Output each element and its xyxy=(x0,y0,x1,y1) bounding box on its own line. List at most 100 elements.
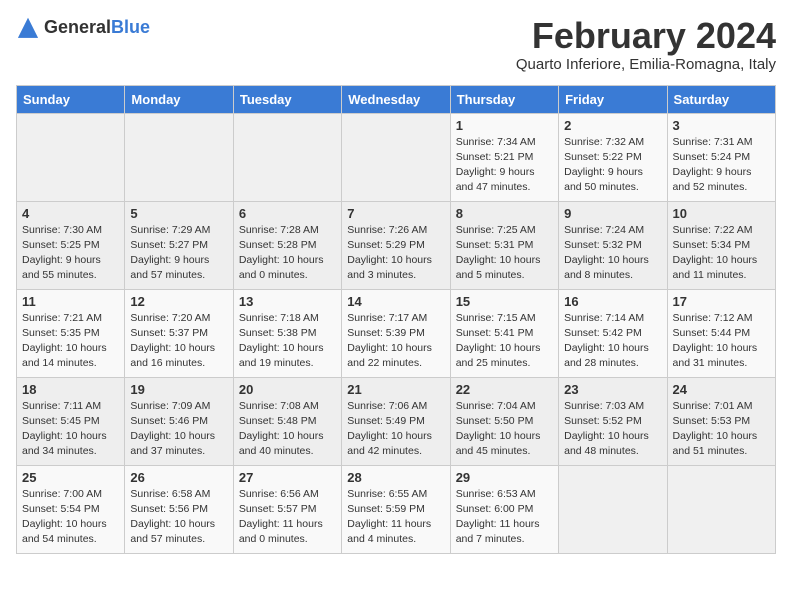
calendar-cell: 3 Sunrise: 7:31 AM Sunset: 5:24 PM Daylig… xyxy=(667,113,775,201)
day-info: Sunrise: 7:34 AM Sunset: 5:21 PM Dayligh… xyxy=(456,135,553,196)
calendar-cell: 22 Sunrise: 7:04 AM Sunset: 5:50 PM Dayli… xyxy=(450,377,558,465)
calendar-cell xyxy=(233,113,341,201)
column-header-tuesday: Tuesday xyxy=(233,85,341,113)
day-number: 5 xyxy=(130,206,227,221)
day-number: 14 xyxy=(347,294,444,309)
calendar-cell: 23 Sunrise: 7:03 AM Sunset: 5:52 PM Dayli… xyxy=(559,377,667,465)
calendar-cell: 29 Sunrise: 6:53 AM Sunset: 6:00 PM Dayli… xyxy=(450,465,558,553)
calendar-cell: 2 Sunrise: 7:32 AM Sunset: 5:22 PM Daylig… xyxy=(559,113,667,201)
day-number: 25 xyxy=(22,470,119,485)
day-number: 29 xyxy=(456,470,553,485)
calendar-table: SundayMondayTuesdayWednesdayThursdayFrid… xyxy=(16,85,776,554)
day-info: Sunrise: 7:28 AM Sunset: 5:28 PM Dayligh… xyxy=(239,223,336,284)
calendar-week-row: 18 Sunrise: 7:11 AM Sunset: 5:45 PM Dayli… xyxy=(17,377,776,465)
day-number: 13 xyxy=(239,294,336,309)
day-number: 11 xyxy=(22,294,119,309)
location-subtitle: Quarto Inferiore, Emilia-Romagna, Italy xyxy=(516,56,776,73)
day-number: 24 xyxy=(673,382,770,397)
day-info: Sunrise: 6:55 AM Sunset: 5:59 PM Dayligh… xyxy=(347,487,444,548)
calendar-cell: 8 Sunrise: 7:25 AM Sunset: 5:31 PM Daylig… xyxy=(450,201,558,289)
day-number: 21 xyxy=(347,382,444,397)
calendar-cell xyxy=(559,465,667,553)
calendar-cell: 5 Sunrise: 7:29 AM Sunset: 5:27 PM Daylig… xyxy=(125,201,233,289)
day-info: Sunrise: 7:18 AM Sunset: 5:38 PM Dayligh… xyxy=(239,311,336,372)
day-info: Sunrise: 7:03 AM Sunset: 5:52 PM Dayligh… xyxy=(564,399,661,460)
day-info: Sunrise: 7:17 AM Sunset: 5:39 PM Dayligh… xyxy=(347,311,444,372)
day-info: Sunrise: 7:31 AM Sunset: 5:24 PM Dayligh… xyxy=(673,135,770,196)
day-info: Sunrise: 6:53 AM Sunset: 6:00 PM Dayligh… xyxy=(456,487,553,548)
day-info: Sunrise: 7:12 AM Sunset: 5:44 PM Dayligh… xyxy=(673,311,770,372)
calendar-cell xyxy=(667,465,775,553)
calendar-cell: 27 Sunrise: 6:56 AM Sunset: 5:57 PM Dayli… xyxy=(233,465,341,553)
calendar-cell: 20Sunrise: 7:08 AM Sunset: 5:48 PM Dayli… xyxy=(233,377,341,465)
column-header-friday: Friday xyxy=(559,85,667,113)
calendar-cell: 13 Sunrise: 7:18 AM Sunset: 5:38 PM Dayli… xyxy=(233,289,341,377)
day-number: 9 xyxy=(564,206,661,221)
day-number: 17 xyxy=(673,294,770,309)
calendar-header-row: SundayMondayTuesdayWednesdayThursdayFrid… xyxy=(17,85,776,113)
day-info: Sunrise: 7:21 AM Sunset: 5:35 PM Dayligh… xyxy=(22,311,119,372)
column-header-monday: Monday xyxy=(125,85,233,113)
day-info: Sunrise: 7:01 AM Sunset: 5:53 PM Dayligh… xyxy=(673,399,770,460)
day-number: 20 xyxy=(239,382,336,397)
calendar-cell: 11 Sunrise: 7:21 AM Sunset: 5:35 PM Dayli… xyxy=(17,289,125,377)
day-number: 28 xyxy=(347,470,444,485)
page-header: GeneralBlue February 2024 Quarto Inferio… xyxy=(16,16,776,73)
day-info: Sunrise: 7:24 AM Sunset: 5:32 PM Dayligh… xyxy=(564,223,661,284)
day-number: 26 xyxy=(130,470,227,485)
calendar-cell: 15 Sunrise: 7:15 AM Sunset: 5:41 PM Dayli… xyxy=(450,289,558,377)
calendar-cell: 16Sunrise: 7:14 AM Sunset: 5:42 PM Dayli… xyxy=(559,289,667,377)
day-info: Sunrise: 7:04 AM Sunset: 5:50 PM Dayligh… xyxy=(456,399,553,460)
calendar-cell: 6 Sunrise: 7:28 AM Sunset: 5:28 PM Daylig… xyxy=(233,201,341,289)
day-number: 6 xyxy=(239,206,336,221)
day-info: Sunrise: 7:22 AM Sunset: 5:34 PM Dayligh… xyxy=(673,223,770,284)
day-info: Sunrise: 7:30 AM Sunset: 5:25 PM Dayligh… xyxy=(22,223,119,284)
day-info: Sunrise: 7:15 AM Sunset: 5:41 PM Dayligh… xyxy=(456,311,553,372)
calendar-cell: 28 Sunrise: 6:55 AM Sunset: 5:59 PM Dayli… xyxy=(342,465,450,553)
day-number: 27 xyxy=(239,470,336,485)
logo-icon xyxy=(16,16,40,40)
day-number: 4 xyxy=(22,206,119,221)
calendar-week-row: 1Sunrise: 7:34 AM Sunset: 5:21 PM Daylig… xyxy=(17,113,776,201)
calendar-cell xyxy=(17,113,125,201)
column-header-wednesday: Wednesday xyxy=(342,85,450,113)
column-header-sunday: Sunday xyxy=(17,85,125,113)
day-number: 8 xyxy=(456,206,553,221)
calendar-week-row: 11 Sunrise: 7:21 AM Sunset: 5:35 PM Dayli… xyxy=(17,289,776,377)
day-number: 23 xyxy=(564,382,661,397)
day-number: 15 xyxy=(456,294,553,309)
day-info: Sunrise: 7:32 AM Sunset: 5:22 PM Dayligh… xyxy=(564,135,661,196)
calendar-cell: 19 Sunrise: 7:09 AM Sunset: 5:46 PM Dayli… xyxy=(125,377,233,465)
day-info: Sunrise: 6:58 AM Sunset: 5:56 PM Dayligh… xyxy=(130,487,227,548)
calendar-cell: 14 Sunrise: 7:17 AM Sunset: 5:39 PM Dayli… xyxy=(342,289,450,377)
calendar-cell: 9 Sunrise: 7:24 AM Sunset: 5:32 PM Daylig… xyxy=(559,201,667,289)
calendar-cell: 10Sunrise: 7:22 AM Sunset: 5:34 PM Dayli… xyxy=(667,201,775,289)
day-info: Sunrise: 7:11 AM Sunset: 5:45 PM Dayligh… xyxy=(22,399,119,460)
day-number: 3 xyxy=(673,118,770,133)
logo: GeneralBlue xyxy=(16,16,150,40)
calendar-cell: 12 Sunrise: 7:20 AM Sunset: 5:37 PM Dayli… xyxy=(125,289,233,377)
day-info: Sunrise: 7:00 AM Sunset: 5:54 PM Dayligh… xyxy=(22,487,119,548)
calendar-cell: 24 Sunrise: 7:01 AM Sunset: 5:53 PM Dayli… xyxy=(667,377,775,465)
calendar-cell: 4 Sunrise: 7:30 AM Sunset: 5:25 PM Daylig… xyxy=(17,201,125,289)
day-number: 19 xyxy=(130,382,227,397)
day-info: Sunrise: 7:20 AM Sunset: 5:37 PM Dayligh… xyxy=(130,311,227,372)
column-header-saturday: Saturday xyxy=(667,85,775,113)
day-info: Sunrise: 7:26 AM Sunset: 5:29 PM Dayligh… xyxy=(347,223,444,284)
calendar-cell: 26 Sunrise: 6:58 AM Sunset: 5:56 PM Dayli… xyxy=(125,465,233,553)
day-info: Sunrise: 7:29 AM Sunset: 5:27 PM Dayligh… xyxy=(130,223,227,284)
day-number: 16 xyxy=(564,294,661,309)
day-number: 12 xyxy=(130,294,227,309)
calendar-cell: 25 Sunrise: 7:00 AM Sunset: 5:54 PM Dayli… xyxy=(17,465,125,553)
logo-general-text: GeneralBlue xyxy=(44,18,150,38)
day-info: Sunrise: 6:56 AM Sunset: 5:57 PM Dayligh… xyxy=(239,487,336,548)
calendar-cell: 21Sunrise: 7:06 AM Sunset: 5:49 PM Dayli… xyxy=(342,377,450,465)
day-info: Sunrise: 7:09 AM Sunset: 5:46 PM Dayligh… xyxy=(130,399,227,460)
day-number: 7 xyxy=(347,206,444,221)
calendar-cell: 18 Sunrise: 7:11 AM Sunset: 5:45 PM Dayli… xyxy=(17,377,125,465)
day-number: 22 xyxy=(456,382,553,397)
day-number: 18 xyxy=(22,382,119,397)
day-number: 2 xyxy=(564,118,661,133)
day-info: Sunrise: 7:25 AM Sunset: 5:31 PM Dayligh… xyxy=(456,223,553,284)
calendar-cell: 1Sunrise: 7:34 AM Sunset: 5:21 PM Daylig… xyxy=(450,113,558,201)
